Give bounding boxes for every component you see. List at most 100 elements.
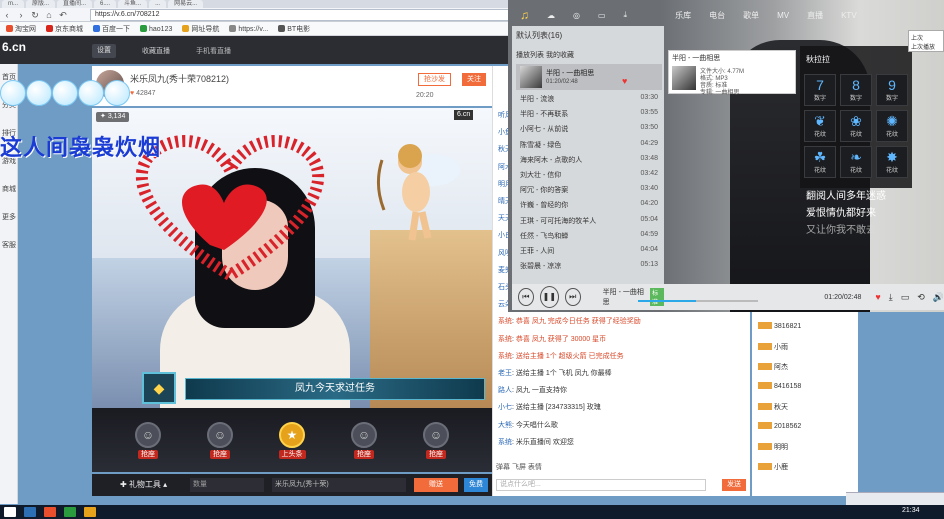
grab-sofa-button[interactable]: 抢沙发 (418, 73, 451, 86)
site-logo[interactable]: 6.cn (2, 40, 26, 54)
song-row[interactable]: 04:59 任然 - 飞鸟和蝉 (520, 231, 658, 241)
seat[interactable]: ☺ 抢座 (344, 421, 384, 459)
fan-row[interactable]: 秋天 (758, 402, 856, 412)
gift-target-select[interactable]: 米乐凤九(秀十荣) (272, 478, 406, 492)
song-row[interactable]: 03:55 半阳 - 不再联系 (520, 109, 658, 119)
follow-button[interactable]: 关注 (462, 73, 486, 86)
comment-icon[interactable]: ▭ (901, 292, 910, 303)
download-icon[interactable]: ⤓ (624, 10, 628, 20)
device-icon[interactable]: ▭ (598, 11, 606, 20)
chat-nick[interactable]: 系统 (498, 353, 512, 360)
playlist-title[interactable]: 默认列表(16) (516, 30, 562, 41)
seat[interactable]: ☺ 抢座 (200, 421, 240, 459)
browser-tab[interactable]: 6.... (94, 0, 117, 8)
browser-tab[interactable]: ... (149, 0, 167, 8)
seat[interactable]: ☺ 抢座 (128, 421, 168, 459)
tab-radio[interactable]: 电台 (709, 10, 725, 21)
browser-tab[interactable]: 斗鱼... (118, 0, 148, 8)
send-gift-button[interactable]: 赠送 (414, 478, 458, 492)
volume-icon[interactable]: 🔊 (933, 292, 944, 303)
chat-input[interactable]: 说点什么吧... (496, 479, 706, 491)
forward-icon[interactable]: › (14, 8, 28, 22)
chat-nick[interactable]: 路人 (498, 387, 512, 394)
seat-headline[interactable]: ★ 上头条 (272, 421, 312, 459)
heart-icon[interactable]: ♥ (622, 76, 627, 86)
taskbar-app-icon[interactable] (24, 507, 36, 517)
mini-popup[interactable]: 上次 上次播放 (908, 30, 944, 52)
bookmark-item[interactable]: 京东商城 (46, 24, 83, 34)
song-row[interactable]: 04:20 许巍 - 曾经的你 (520, 200, 658, 210)
tab-playlists[interactable]: 歌单 (743, 10, 759, 21)
song-row[interactable]: 04:29 陈雪凝 - 绿色 (520, 140, 658, 150)
mobile-watch-button[interactable]: 手机看直播 (196, 46, 231, 56)
effect-tile[interactable]: ❦ 花纹 (804, 110, 836, 142)
sidebar-item-more[interactable]: 更多 (0, 204, 18, 232)
bookmark-stream-button[interactable]: 收藏直播 (142, 46, 170, 56)
effect-tile[interactable]: 8 数字 (840, 74, 872, 106)
free-gift-button[interactable]: 免费 (464, 478, 488, 492)
undo-icon[interactable]: ↶ (56, 8, 70, 22)
song-row[interactable]: 03:42 刘大壮 - 信仰 (520, 170, 658, 180)
song-row[interactable]: 03:48 海来阿木 - 点歌的人 (520, 155, 658, 165)
song-row[interactable]: 05:04 王琪 - 可可托海的牧羊人 (520, 216, 658, 226)
pause-icon[interactable]: ❚❚ (539, 286, 559, 308)
chat-send-button[interactable]: 发送 (722, 479, 746, 491)
bookmark-item[interactable]: 百度一下 (93, 24, 130, 34)
bookmark-item[interactable]: 淘宝网 (6, 24, 36, 34)
tab-live[interactable]: 直播 (807, 10, 823, 21)
like-icon[interactable]: ♥ (875, 292, 880, 302)
refresh-icon[interactable]: ↻ (28, 8, 42, 22)
chat-nick[interactable]: 小七 (498, 404, 512, 411)
song-row[interactable]: 03:30 半阳 - 流浪 (520, 94, 658, 104)
playlist-subtitle[interactable]: 播放列表 我的收藏 (516, 50, 574, 60)
effect-tile[interactable]: ❧ 花纹 (840, 146, 872, 178)
tab-mv[interactable]: MV (777, 11, 789, 20)
tab-library[interactable]: 乐库 (675, 10, 691, 21)
effect-tile[interactable]: ❀ 花纹 (840, 110, 872, 142)
loop-icon[interactable]: ⟲ (917, 292, 925, 303)
effect-tile[interactable]: 7 数字 (804, 74, 836, 106)
radio-icon[interactable]: ◎ (573, 11, 580, 20)
sidebar-item-service[interactable]: 客服 (0, 232, 18, 260)
gift-tool-button[interactable]: ✚ 礼物工具 ▴ (120, 479, 167, 490)
next-icon[interactable]: ⏭ (564, 288, 581, 306)
song-row[interactable]: 05:13 张碧晨 - 凉凉 (520, 261, 658, 271)
bookmark-item[interactable]: 网址导航 (182, 24, 219, 34)
bookmark-item[interactable]: BT电影 (278, 24, 310, 34)
chat-nick[interactable]: 老王 (498, 370, 512, 377)
effect-tile[interactable]: ✺ 花纹 (876, 110, 908, 142)
fan-row[interactable]: 阿杰 (758, 362, 856, 372)
chat-nick[interactable]: 系统 (498, 439, 512, 446)
chat-nick[interactable]: 系统 (498, 336, 512, 343)
playback-progress[interactable] (638, 300, 758, 302)
bookmark-item[interactable]: hao123 (140, 24, 172, 33)
song-row[interactable]: 03:50 小阿七 - 从前说 (520, 124, 658, 134)
effect-tile[interactable]: 9 数字 (876, 74, 908, 106)
download-icon[interactable]: ⤓ (889, 292, 893, 303)
back-icon[interactable]: ‹ (0, 8, 14, 22)
music-note-icon[interactable]: ♫ (520, 8, 529, 22)
address-bar[interactable]: https://v.6.cn/708212 (90, 9, 510, 21)
fan-row[interactable]: 2018562 (758, 422, 856, 430)
settings-button[interactable]: 设置 (92, 44, 116, 58)
seat[interactable]: ☺ 抢座 (416, 421, 456, 459)
taskbar-app-icon[interactable] (84, 507, 96, 517)
chat-nick[interactable]: 系统 (498, 318, 512, 325)
bookmark-item[interactable]: https://v... (229, 24, 268, 33)
taskbar-app-icon[interactable] (64, 507, 76, 517)
fan-row[interactable]: 明明 (758, 442, 856, 452)
chat-tools[interactable]: 弹幕 飞屏 表情 (496, 462, 542, 472)
gift-quantity-input[interactable]: 数量 (190, 478, 264, 492)
previous-icon[interactable]: ⏮ (518, 288, 534, 306)
cloud-icon[interactable]: ☁ (547, 11, 555, 20)
fan-row[interactable]: 8416158 (758, 382, 856, 390)
home-icon[interactable]: ⌂ (42, 8, 56, 22)
fan-row[interactable]: 小鹿 (758, 462, 856, 472)
effect-tile[interactable]: ✸ 花纹 (876, 146, 908, 178)
effect-tile[interactable]: ☘ 花纹 (804, 146, 836, 178)
song-row[interactable]: 04:04 王菲 - 人间 (520, 246, 658, 256)
taskbar-app-icon[interactable] (44, 507, 56, 517)
chat-nick[interactable]: 大熊 (498, 422, 512, 429)
fan-row[interactable]: 小雨 (758, 342, 856, 352)
sidebar-item-shop[interactable]: 商城 (0, 176, 18, 204)
